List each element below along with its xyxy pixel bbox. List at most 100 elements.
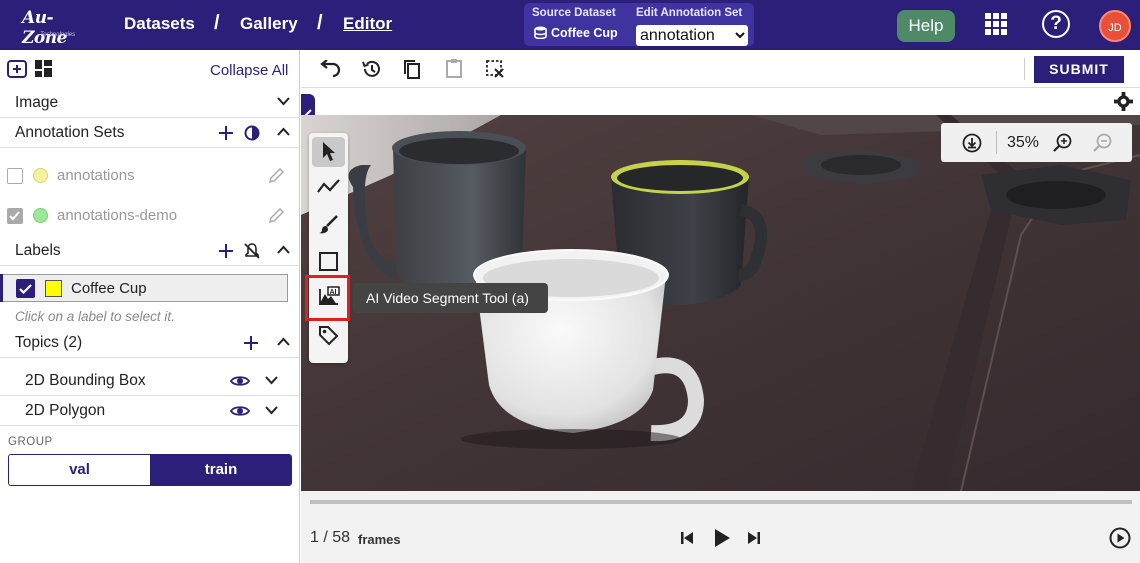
logo-text: Au-Zone xyxy=(22,8,67,48)
edit-pencil-icon[interactable] xyxy=(268,167,285,184)
submit-button[interactable]: SUBMIT xyxy=(1034,56,1124,83)
settings-gear-icon[interactable] xyxy=(1114,92,1133,111)
contrast-icon[interactable] xyxy=(244,125,260,141)
polyline-tool-icon[interactable] xyxy=(317,179,340,194)
topic-item[interactable]: 2D Polygon xyxy=(0,396,300,426)
breadcrumb-gallery[interactable]: Gallery xyxy=(240,14,298,34)
cursor-select-icon[interactable] xyxy=(321,141,336,162)
add-icon[interactable] xyxy=(219,244,233,258)
color-dot-icon xyxy=(33,168,48,183)
help-question-icon[interactable]: ? xyxy=(1042,10,1070,38)
chevron-down-icon[interactable] xyxy=(265,406,278,415)
chevron-down-icon[interactable] xyxy=(265,376,278,385)
annotation-set-name: annotations-demo xyxy=(57,207,178,224)
annotation-tool-panel: AI xyxy=(309,133,348,363)
annotation-set-item[interactable]: annotations-demo xyxy=(0,195,300,235)
zoom-out-icon[interactable] xyxy=(1092,132,1113,153)
tool-highlight-box xyxy=(305,275,350,321)
chevron-up-icon[interactable] xyxy=(277,337,290,346)
paste-icon[interactable] xyxy=(445,58,463,79)
zoom-level: 35% xyxy=(1007,134,1040,151)
topics-section-header[interactable]: Topics (2) xyxy=(0,328,300,358)
group-option-val[interactable]: val xyxy=(9,455,150,485)
history-icon[interactable] xyxy=(362,59,382,79)
collapse-all-link[interactable]: Collapse All xyxy=(210,62,288,79)
label-name: Coffee Cup xyxy=(71,280,147,297)
frame-counter: 1 / 58 xyxy=(310,529,351,546)
chevron-up-icon[interactable] xyxy=(277,127,290,136)
source-dataset-name: Coffee Cup xyxy=(551,26,618,40)
topic-name: 2D Polygon xyxy=(25,402,106,419)
add-panel-icon[interactable] xyxy=(7,60,27,78)
labels-section-header[interactable]: Labels xyxy=(0,236,300,266)
chevron-down-icon[interactable] xyxy=(277,97,290,106)
undo-icon[interactable] xyxy=(320,60,342,78)
label-checkbox[interactable] xyxy=(16,279,35,298)
download-circle-icon[interactable] xyxy=(962,133,982,153)
database-icon xyxy=(534,26,547,40)
group-toggle: val train xyxy=(8,454,292,486)
dataset-selector-panel: Source Dataset Edit Annotation Set Coffe… xyxy=(524,3,754,46)
source-dataset-label: Source Dataset xyxy=(532,7,616,19)
image-section-title: Image xyxy=(15,94,59,111)
annotation-set-item[interactable]: annotations xyxy=(0,155,300,195)
annotation-set-checkbox[interactable] xyxy=(7,168,23,184)
user-avatar[interactable]: JD xyxy=(1099,10,1131,42)
rectangle-tool-icon[interactable] xyxy=(319,252,338,271)
zoom-in-icon[interactable] xyxy=(1052,132,1073,153)
eye-icon[interactable] xyxy=(230,404,250,418)
add-icon[interactable] xyxy=(219,126,233,140)
annotation-set-checkbox[interactable] xyxy=(7,208,23,224)
playback-bar: 1 / 58 frames xyxy=(301,491,1140,563)
annotation-set-name: annotations xyxy=(57,167,135,184)
checkmark-icon xyxy=(9,211,20,221)
editor-toolbar: SUBMIT xyxy=(301,50,1140,88)
annotation-sets-header[interactable]: Annotation Sets xyxy=(0,118,300,148)
deselect-icon[interactable] xyxy=(485,59,505,79)
label-hint-text: Click on a label to select it. xyxy=(15,309,175,324)
color-dot-icon xyxy=(33,208,48,223)
play-circle-icon[interactable] xyxy=(1109,527,1131,549)
edit-annotation-label: Edit Annotation Set xyxy=(636,7,743,19)
topic-item[interactable]: 2D Bounding Box xyxy=(0,366,300,396)
label-selected-indicator xyxy=(0,274,3,302)
image-section-header[interactable]: Image xyxy=(0,88,300,118)
edit-pencil-icon[interactable] xyxy=(268,207,285,224)
group-option-train[interactable]: train xyxy=(150,455,291,485)
copy-icon[interactable] xyxy=(403,59,421,80)
tag-tool-icon[interactable] xyxy=(318,325,339,346)
breadcrumb-separator: / xyxy=(214,12,220,34)
company-logo[interactable]: Au-Zone Technologies xyxy=(18,6,84,48)
label-item-selected[interactable]: Coffee Cup xyxy=(2,274,288,302)
frame-unit-label: frames xyxy=(358,532,401,547)
apps-grid-icon[interactable] xyxy=(985,13,1007,35)
sidebar-toolbar: Collapse All xyxy=(0,50,300,88)
top-navigation-bar: Au-Zone Technologies Datasets / Gallery … xyxy=(0,0,1140,50)
breadcrumb-editor[interactable]: Editor xyxy=(343,14,392,34)
play-icon[interactable] xyxy=(713,528,731,548)
annotation-set-select[interactable]: annotation xyxy=(636,25,748,46)
skip-next-icon[interactable] xyxy=(747,531,761,545)
timeline-track[interactable] xyxy=(310,500,1132,504)
visibility-off-icon[interactable] xyxy=(243,242,261,260)
label-color-swatch xyxy=(45,280,62,297)
labels-section-title: Labels xyxy=(15,242,61,259)
eye-icon[interactable] xyxy=(230,374,250,388)
skip-previous-icon[interactable] xyxy=(680,531,694,545)
left-sidebar: Collapse All Image Annotation Sets annot… xyxy=(0,50,300,563)
brush-tool-icon[interactable] xyxy=(318,214,339,235)
group-label: GROUP xyxy=(8,436,53,448)
topics-section-title: Topics (2) xyxy=(15,334,83,351)
breadcrumb-datasets[interactable]: Datasets xyxy=(124,14,195,34)
add-icon[interactable] xyxy=(244,336,258,350)
dashboard-icon[interactable] xyxy=(35,60,52,77)
help-button[interactable]: Help xyxy=(897,10,955,42)
topic-name: 2D Bounding Box xyxy=(25,372,146,389)
annotation-sets-title: Annotation Sets xyxy=(15,124,125,141)
chevron-up-icon[interactable] xyxy=(277,245,290,254)
breadcrumb-separator: / xyxy=(317,12,323,34)
logo-subtext: Technologies xyxy=(40,32,76,38)
zoom-divider xyxy=(996,131,997,154)
checkmark-icon xyxy=(19,284,32,295)
toolbar-divider xyxy=(1024,58,1025,80)
